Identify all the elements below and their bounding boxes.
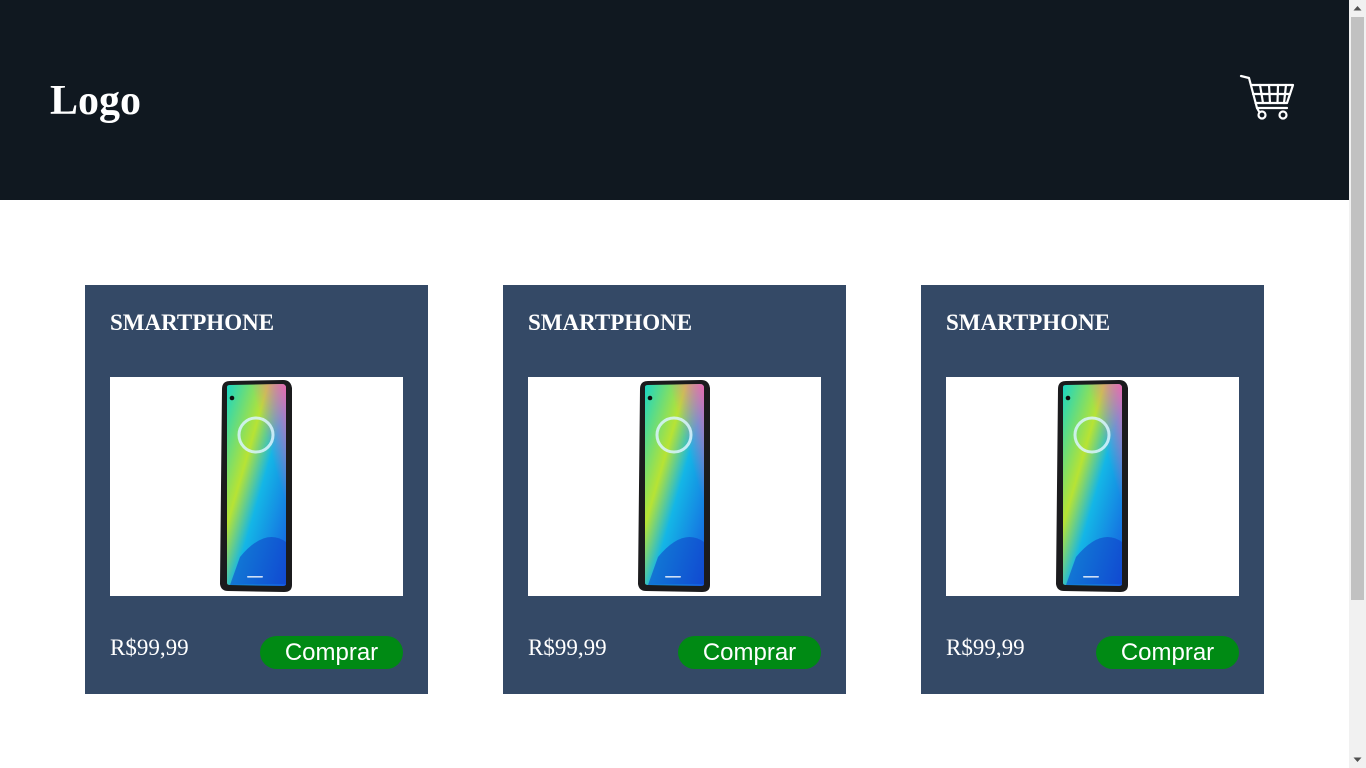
product-title: SMARTPHONE: [528, 310, 693, 335]
scroll-down-arrow-icon[interactable]: [1349, 751, 1366, 768]
logo[interactable]: Logo: [50, 78, 141, 124]
product-card: SMARTPHONE R$99,99 Comprar: [85, 285, 428, 694]
product-price: R$99,99: [528, 635, 607, 660]
buy-button[interactable]: Comprar: [1096, 636, 1239, 669]
product-grid: SMARTPHONE R$99,99 Comprar SMARTPHONE R$…: [0, 285, 1349, 695]
scrollbar-thumb[interactable]: [1351, 17, 1364, 600]
smartphone-image[interactable]: [110, 377, 403, 596]
product-title: SMARTPHONE: [946, 310, 1111, 335]
product-card: SMARTPHONE R$99,99 Comprar: [921, 285, 1264, 694]
buy-button[interactable]: Comprar: [260, 636, 403, 669]
smartphone-image[interactable]: [528, 377, 821, 596]
shopping-cart-icon[interactable]: [1239, 72, 1295, 124]
site-header: Logo: [0, 0, 1349, 200]
product-card: SMARTPHONE R$99,99 Comprar: [503, 285, 846, 694]
smartphone-image[interactable]: [946, 377, 1239, 596]
product-title: SMARTPHONE: [110, 310, 275, 335]
vertical-scrollbar[interactable]: [1349, 0, 1366, 768]
scroll-up-arrow-icon[interactable]: [1349, 0, 1366, 17]
product-price: R$99,99: [110, 635, 189, 660]
buy-button[interactable]: Comprar: [678, 636, 821, 669]
product-price: R$99,99: [946, 635, 1025, 660]
